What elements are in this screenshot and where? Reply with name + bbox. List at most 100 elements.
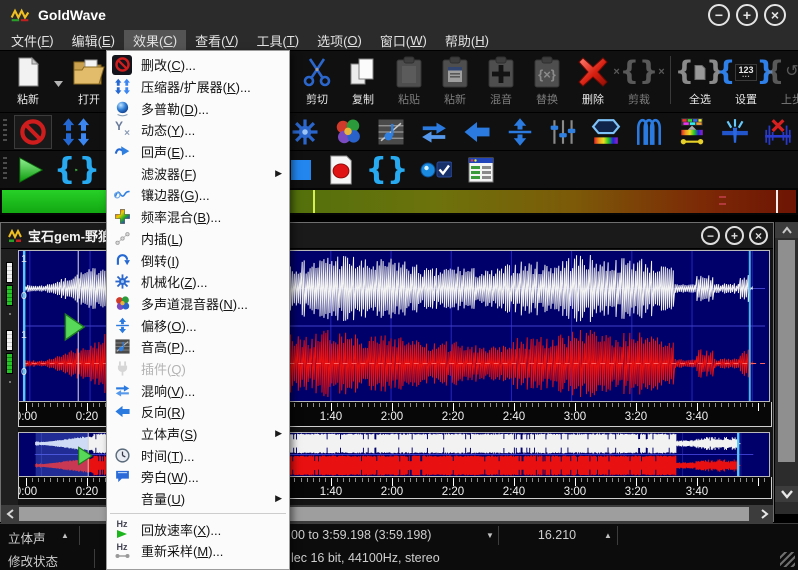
toolbar-button-cut[interactable]: 剪切: [295, 54, 339, 107]
effect-button-pop-click[interactable]: [716, 115, 754, 149]
editor-close-button[interactable]: ×: [749, 226, 768, 245]
effect-button-silence[interactable]: [14, 115, 52, 149]
toolbar-button-trim[interactable]: ×{}×剪裁: [617, 54, 661, 107]
toolbar-button-clipboard-mix[interactable]: 混音: [479, 54, 523, 107]
scale-label: 1: [21, 330, 27, 341]
playback-rate-icon: Hz: [112, 519, 132, 539]
effect-button-spectrum-filter[interactable]: [587, 115, 625, 149]
toolbar-button-copy[interactable]: 复制: [341, 54, 385, 107]
menu-item-pitch[interactable]: 音高(P)...: [107, 336, 289, 358]
effect-button-equalizer[interactable]: [544, 115, 582, 149]
effect-button-offset[interactable]: [501, 115, 539, 149]
editor-maximize-button[interactable]: +: [725, 226, 744, 245]
menu-item-playback-rate[interactable]: Hz回放速率(X)...: [107, 518, 289, 540]
brace-icon: {: [366, 155, 387, 185]
clipboard-paste-new-icon: [439, 54, 471, 90]
close-button[interactable]: ×: [764, 4, 786, 26]
menu-item-mechanize[interactable]: 机械化(Z)...: [107, 271, 289, 293]
editor-minimize-button[interactable]: −: [701, 226, 720, 245]
menu-item-voice-over[interactable]: 旁白(W)...: [107, 466, 289, 488]
play-button[interactable]: [14, 156, 48, 184]
stop-button[interactable]: [286, 159, 316, 181]
channel1-level-indicator[interactable]: [6, 262, 13, 283]
menu-item-time[interactable]: 时间(T)...: [107, 444, 289, 466]
scroll-right-button[interactable]: [756, 505, 773, 523]
record-selection-button[interactable]: { }: [366, 155, 408, 185]
up-arrow-icon[interactable]: ▲: [61, 531, 69, 540]
menu-item-channel-mixer[interactable]: 多声道混音器(N)...: [107, 293, 289, 315]
menubar-item[interactable]: 工具(T): [247, 30, 308, 50]
effect-button-reverb[interactable]: [415, 115, 453, 149]
effect-button-noise-reduction[interactable]: [759, 115, 797, 149]
menubar-item[interactable]: 选项(O): [308, 30, 371, 50]
channel2-level-indicator[interactable]: [6, 330, 13, 351]
effect-button-mechanize[interactable]: [286, 115, 324, 149]
toolbar-button-clipboard-replace[interactable]: {×}替换: [525, 54, 569, 107]
menu-item-silence[interactable]: 删改(C)...: [107, 54, 289, 76]
menu-item-interpolate[interactable]: 内插(L): [107, 228, 289, 250]
menubar-item[interactable]: 编辑(E): [63, 30, 124, 50]
effect-button-reverse[interactable]: [458, 115, 496, 149]
compressor-icon: [112, 77, 132, 97]
toolbar-button-undo-step[interactable]: {↺}上步: [770, 54, 798, 107]
toolbar-button-settings-braces[interactable]: {123···}设置: [724, 54, 768, 107]
maximize-button[interactable]: +: [736, 4, 758, 26]
menubar-item[interactable]: 帮助(H): [436, 30, 498, 50]
toolbar-button-dropdown-chevron[interactable]: [52, 54, 65, 102]
minimize-button[interactable]: −: [708, 4, 730, 26]
toolbar-drag-handle[interactable]: [3, 157, 7, 182]
menubar-item[interactable]: 效果(C): [124, 30, 186, 50]
scroll-down-button[interactable]: [775, 486, 798, 502]
menubar-item[interactable]: 窗口(W): [371, 30, 436, 50]
play-selection-button[interactable]: { }: [54, 155, 100, 185]
toolbar-button-label: 替换: [536, 91, 558, 107]
menu-item-freq-blend[interactable]: 频率混合(B)...: [107, 206, 289, 228]
resize-grip[interactable]: [780, 552, 795, 567]
toolbar-button-clipboard-paste[interactable]: 粘贴: [387, 54, 431, 107]
properties-button[interactable]: [466, 157, 496, 183]
scroll-up-button[interactable]: [775, 222, 798, 238]
toolbar-button-clipboard-paste-new[interactable]: 粘新: [433, 54, 477, 107]
menu-item-dynamics[interactable]: Y×动态(Y)...: [107, 119, 289, 141]
vertical-scroll-thumb[interactable]: [778, 240, 795, 462]
toolbar-button-delete-x[interactable]: 删除: [571, 54, 615, 107]
brace-icon: }: [79, 155, 100, 185]
clipboard-mix-icon: [485, 54, 517, 90]
menu-item-doppler[interactable]: 多普勒(D)...: [107, 97, 289, 119]
effect-button-pitch[interactable]: [372, 115, 410, 149]
menu-item-reverse[interactable]: 反向(R): [107, 401, 289, 423]
menubar-item[interactable]: 查看(V): [186, 30, 247, 50]
channel1-mute-indicator[interactable]: [6, 285, 13, 306]
monitor-check-button[interactable]: [418, 159, 454, 181]
selection-range[interactable]: 00 to 3:59.198 (3:59.198): [291, 528, 431, 542]
menu-item-echo[interactable]: 回声(E)...: [107, 141, 289, 163]
channel-mode-selector[interactable]: 立体声: [8, 528, 46, 547]
vertical-scrollbar[interactable]: [775, 222, 798, 514]
record-button[interactable]: [324, 155, 358, 185]
effect-button-compressor[interactable]: [57, 115, 95, 149]
effect-button-gate[interactable]: [630, 115, 668, 149]
menu-item-offset[interactable]: 偏移(O)...: [107, 314, 289, 336]
effect-button-spectrum-mixer[interactable]: [673, 115, 711, 149]
toolbar-button-doc-new[interactable]: 粘新: [6, 54, 50, 107]
menu-item-plugin[interactable]: 插件(Q): [107, 358, 289, 380]
toolbar-button-open-folder[interactable]: 打开: [67, 54, 111, 107]
menu-item-submenu[interactable]: 音量(U)▶: [107, 488, 289, 510]
menu-item-resample[interactable]: Hz重新采样(M)...: [107, 540, 289, 562]
menu-item-submenu[interactable]: 滤波器(F)▶: [107, 162, 289, 184]
menubar-item[interactable]: 文件(F): [2, 30, 63, 50]
toolbar-drag-handle[interactable]: [3, 119, 7, 144]
menu-item-invert[interactable]: 倒转(I): [107, 249, 289, 271]
offset-icon: [112, 315, 132, 335]
up-arrow-icon[interactable]: ▲: [604, 531, 612, 540]
effect-button-channel-mixer[interactable]: [329, 115, 367, 149]
scroll-left-button[interactable]: [1, 505, 18, 523]
dropdown-arrow-icon[interactable]: ▼: [486, 531, 494, 540]
menu-item-compressor[interactable]: 压缩器/扩展器(K)...: [107, 76, 289, 98]
cursor-position[interactable]: 16.210: [498, 528, 616, 542]
menu-item-reverb[interactable]: 混响(V)...: [107, 379, 289, 401]
channel2-mute-indicator[interactable]: [6, 353, 13, 374]
menu-item-flanger[interactable]: 镶边器(G)...: [107, 184, 289, 206]
menu-item-label: 删改(C)...: [141, 55, 196, 74]
menu-item-submenu[interactable]: 立体声(S)▶: [107, 423, 289, 445]
